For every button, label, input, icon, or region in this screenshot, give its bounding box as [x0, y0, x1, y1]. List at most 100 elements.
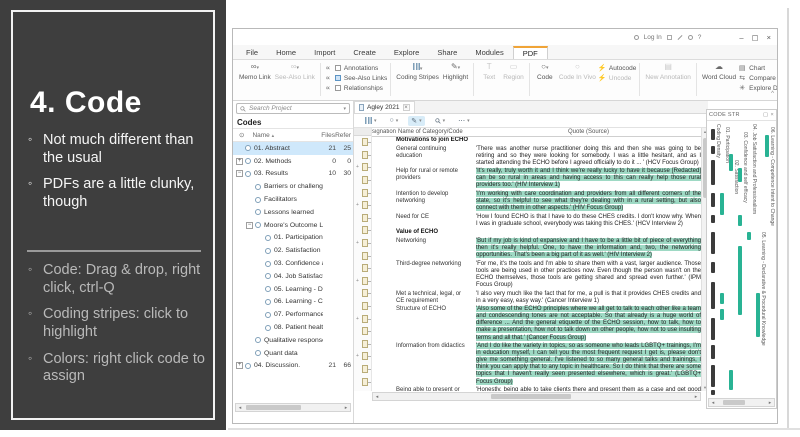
- checkbox[interactable]: [334, 85, 341, 91]
- zoom-button[interactable]: ▾: [432, 117, 449, 125]
- uncode-button[interactable]: ⚡ Uncode: [598, 74, 636, 83]
- chart-button[interactable]: ▤ Chart: [738, 64, 777, 73]
- zoom-level-icon[interactable]: [687, 34, 693, 40]
- see-also-link-button[interactable]: ∞▾ See-Also Link: [273, 62, 317, 97]
- code-row[interactable]: Facilitators: [233, 193, 353, 206]
- codes-horizontal-scrollbar[interactable]: ◂ ▸: [235, 403, 351, 412]
- coding-density-stripe[interactable]: [711, 364, 715, 387]
- ribbon-tab-home[interactable]: Home: [267, 46, 305, 59]
- collapse-icon[interactable]: −: [246, 221, 253, 229]
- pdf-page-content[interactable]: Motivations to join ECHO General continui…: [372, 137, 701, 391]
- code-row[interactable]: Quant data: [233, 347, 353, 360]
- checkbox-row-see-also-links[interactable]: ∝ See-Also Links: [324, 74, 387, 83]
- code-row[interactable]: +04. Discussion. 21 66: [233, 360, 353, 373]
- tab-close-icon[interactable]: ×: [402, 104, 410, 111]
- search-input[interactable]: Search Project ▾: [236, 103, 350, 114]
- code-row[interactable]: +02. Methods 0 0: [233, 155, 353, 168]
- ribbon-tab-import[interactable]: Import: [305, 46, 344, 59]
- code-row[interactable]: 06. Learning - Com: [233, 296, 353, 309]
- code-stripe[interactable]: [738, 245, 742, 315]
- expand-icon[interactable]: +: [236, 362, 243, 370]
- strip-item[interactable]: [354, 186, 371, 199]
- code-row[interactable]: 04. Job Satisfaction: [233, 270, 353, 283]
- code-row[interactable]: 08. Patient health: [233, 321, 353, 334]
- ribbon-tab-file[interactable]: File: [237, 46, 267, 59]
- strip-item[interactable]: +: [354, 312, 371, 325]
- checkbox[interactable]: [334, 75, 341, 81]
- code-row[interactable]: 01. Participation: [233, 232, 353, 245]
- code-stripe[interactable]: [729, 370, 733, 390]
- strip-item[interactable]: [354, 136, 371, 149]
- coding-density-stripe[interactable]: [711, 281, 715, 310]
- memo-link-button[interactable]: ∞▾ Memo Link: [237, 62, 273, 97]
- codes-column-header[interactable]: ⊙ Name ▴ Files Refer: [233, 129, 353, 142]
- coding-density-stripe[interactable]: [711, 317, 715, 340]
- collapse-ribbon-button[interactable]: ^: [771, 91, 774, 97]
- code-stripe[interactable]: [738, 215, 742, 227]
- code-button[interactable]: ○▾ Code: [533, 62, 557, 97]
- minimize-button[interactable]: –: [739, 33, 743, 42]
- new-annotation-button[interactable]: ▤ New Annotation: [643, 62, 693, 97]
- strip-item[interactable]: [354, 174, 371, 187]
- coding-density-stripe[interactable]: [711, 389, 715, 396]
- strip-item[interactable]: +: [354, 350, 371, 363]
- strip-item[interactable]: [354, 224, 371, 237]
- compare-with-button[interactable]: ⇆ Compare With: [738, 74, 777, 83]
- code-in-vivo-button[interactable]: ○ Code In Vivo: [557, 62, 598, 97]
- code-stripe[interactable]: [756, 292, 760, 338]
- region-select-button[interactable]: ▭ Region: [501, 62, 526, 97]
- sync-icon[interactable]: [633, 34, 639, 40]
- code-row[interactable]: 05. Learning - Decl: [233, 283, 353, 296]
- search-dropdown-icon[interactable]: ▾: [343, 106, 346, 112]
- collapse-icon[interactable]: −: [236, 170, 243, 178]
- code-stripe[interactable]: [765, 134, 769, 157]
- pin-icon[interactable]: ▢: [763, 112, 769, 118]
- code-stripe[interactable]: [729, 154, 733, 171]
- strip-item[interactable]: [354, 363, 371, 376]
- strip-item[interactable]: [354, 149, 371, 162]
- code-row[interactable]: 03. Confidence and: [233, 257, 353, 270]
- code-row[interactable]: − 03. Results 10 30: [233, 168, 353, 181]
- code-row[interactable]: Barriers or challenges: [233, 180, 353, 193]
- maximize-button[interactable]: ▢: [752, 33, 759, 42]
- code-row[interactable]: Lessons learned: [233, 206, 353, 219]
- login-button[interactable]: Log In: [644, 34, 662, 41]
- strip-item[interactable]: [354, 338, 371, 351]
- highlight-button[interactable]: ✎▾ Highlight: [441, 62, 470, 97]
- strip-item[interactable]: [354, 300, 371, 313]
- coding-density-stripe[interactable]: [711, 345, 715, 360]
- strip-item[interactable]: +: [354, 275, 371, 288]
- stripes-horizontal-scrollbar[interactable]: ◂ ▸: [708, 398, 775, 407]
- code-row[interactable]: − Moore's Outcome Leve: [233, 219, 353, 232]
- code-row[interactable]: 02. Satisfaction: [233, 244, 353, 257]
- strip-item[interactable]: [354, 287, 371, 300]
- more-options-button[interactable]: ⋯ ▾: [455, 116, 473, 126]
- coding-density-stripe[interactable]: [711, 145, 715, 155]
- checkbox[interactable]: [334, 65, 341, 71]
- strip-item[interactable]: [354, 325, 371, 338]
- ribbon-tab-share[interactable]: Share: [428, 46, 466, 59]
- code-row[interactable]: 01. Abstract 21 25: [233, 142, 353, 155]
- strip-item[interactable]: [354, 262, 371, 275]
- coding-stripes-body[interactable]: Coding Density 01. Participation 02. Satis…: [707, 121, 776, 398]
- checkbox-row-annotations[interactable]: ∝ Annotations: [324, 64, 387, 73]
- code-stripe[interactable]: [720, 193, 724, 216]
- code-row[interactable]: 07. Performance (p: [233, 308, 353, 321]
- ribbon-tab-pdf[interactable]: PDF: [512, 46, 548, 59]
- coding-density-stripe[interactable]: [711, 262, 715, 274]
- undo-icon[interactable]: [666, 34, 672, 40]
- word-cloud-button[interactable]: ☁ Word Cloud: [700, 62, 738, 97]
- coding-density-stripe[interactable]: [711, 193, 715, 207]
- close-button[interactable]: ×: [767, 33, 771, 42]
- checkbox-row-relationships[interactable]: ∝ Relationships: [324, 84, 387, 93]
- strip-item[interactable]: +: [354, 237, 371, 250]
- stripes-close-icon[interactable]: ×: [770, 112, 774, 118]
- coding-density-stripe[interactable]: [711, 159, 715, 185]
- text-select-button[interactable]: T Text: [477, 62, 501, 97]
- coding-density-stripe[interactable]: [711, 129, 715, 141]
- strip-item[interactable]: [354, 249, 371, 262]
- document-tab[interactable]: Agley 2021 ×: [354, 101, 415, 113]
- help-button[interactable]: ?: [698, 34, 702, 41]
- pdf-horizontal-scrollbar[interactable]: ◂ ▸: [372, 392, 701, 401]
- quick-code-button[interactable]: ○ ▾: [387, 116, 402, 125]
